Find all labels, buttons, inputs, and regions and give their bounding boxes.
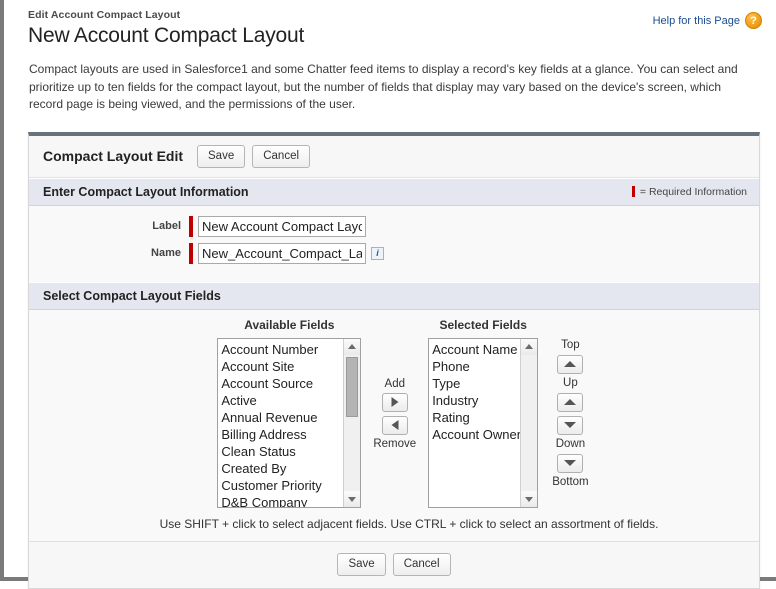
scroll-up-arrow-icon-selected[interactable] — [521, 338, 538, 355]
available-fields-scrollbar[interactable] — [343, 338, 361, 507]
name-field-row: Name i — [29, 242, 759, 264]
remove-button[interactable] — [381, 415, 408, 435]
selected-fields-column: Selected Fields Account Name Phone Type Ind… — [428, 317, 539, 508]
breadcrumb: Edit Account Compact Layout — [28, 9, 181, 21]
available-fields-heading: Available Fields — [244, 317, 335, 332]
required-marker-icon-label — [189, 215, 193, 237]
select-fields-section-bar: Select Compact Layout Fields — [29, 281, 759, 310]
down-label: Down — [555, 437, 586, 450]
required-marker-icon — [631, 186, 635, 197]
available-field-option[interactable]: Account Source — [221, 375, 344, 392]
add-button[interactable] — [381, 392, 408, 412]
cancel-button-top[interactable]: Cancel — [252, 144, 311, 168]
page-title: New Account Compact Layout — [28, 24, 305, 47]
required-legend-text: = Required Information — [639, 185, 747, 198]
label-input[interactable] — [198, 215, 366, 237]
help-link-wrap[interactable]: Help for this Page ? — [653, 12, 762, 29]
scroll-down-arrow-icon-selected[interactable] — [521, 490, 538, 507]
enter-information-section-bar: Enter Compact Layout Information = Requi… — [29, 177, 759, 206]
save-button-top[interactable]: Save — [197, 144, 246, 168]
top-button-row: Save Cancel — [197, 144, 311, 168]
question-mark-icon[interactable]: ? — [745, 12, 762, 29]
selected-field-option[interactable]: Industry — [432, 392, 521, 409]
page-content: Edit Account Compact Layout New Account … — [8, 0, 776, 589]
arrow-down-icon — [564, 422, 577, 428]
selected-fields-scrollbar[interactable] — [520, 338, 538, 507]
arrow-right-icon — [391, 397, 399, 407]
reorder-buttons-column: Top Up Down Bottom — [552, 318, 588, 490]
arrow-up-icon — [564, 399, 577, 405]
label-field-row: Label — [29, 215, 759, 237]
page-header: Edit Account Compact Layout New Account … — [8, 0, 776, 49]
name-field-label: Name — [151, 247, 181, 259]
compact-layout-edit-panel: Compact Layout Edit Save Cancel Enter Co… — [28, 131, 760, 589]
name-input[interactable] — [198, 242, 366, 264]
select-fields-title: Select Compact Layout Fields — [43, 288, 221, 303]
available-fields-listbox[interactable]: Account Number Account Site Account Source… — [217, 337, 362, 508]
available-field-option[interactable]: Customer Priority — [221, 477, 344, 494]
available-field-option[interactable]: Annual Revenue — [221, 409, 344, 426]
cancel-button-bottom[interactable]: Cancel — [392, 552, 451, 576]
up-label: Up — [563, 376, 578, 389]
intro-description: Compact layouts are used in Salesforce1 … — [29, 62, 738, 111]
move-to-bottom-icon — [564, 460, 577, 466]
required-information-legend: = Required Information — [631, 185, 747, 198]
arrow-left-icon — [391, 420, 399, 430]
remove-label: Remove — [373, 437, 417, 450]
available-field-option[interactable]: Clean Status — [221, 443, 344, 460]
page-frame: Edit Account Compact Layout New Account … — [0, 0, 776, 589]
selected-field-option[interactable]: Phone — [432, 358, 521, 375]
required-marker-icon-name — [189, 242, 193, 264]
scroll-up-arrow-icon[interactable] — [344, 338, 361, 355]
help-for-this-page-link[interactable]: Help for this Page — [653, 15, 740, 27]
selected-field-option[interactable]: Rating — [432, 409, 521, 426]
scroll-down-arrow-icon[interactable] — [344, 490, 361, 507]
selected-fields-items: Account Name Phone Type Industry Rating Accou… — [429, 339, 521, 443]
move-to-top-icon — [564, 361, 577, 367]
field-selector-grid: Available Fields Account Number Account S… — [29, 318, 759, 508]
available-field-option[interactable]: Created By — [221, 460, 344, 477]
panel-title: Compact Layout Edit — [43, 148, 184, 164]
info-icon[interactable]: i — [371, 246, 384, 260]
top-label: Top — [561, 338, 580, 351]
available-fields-column: Available Fields Account Number Account S… — [217, 317, 362, 508]
scrollbar-thumb[interactable] — [346, 356, 359, 417]
label-field-wrap — [189, 215, 366, 237]
enter-information-title: Enter Compact Layout Information — [43, 184, 249, 199]
save-button-bottom[interactable]: Save — [337, 552, 386, 576]
available-field-option[interactable]: Account Site — [221, 358, 344, 375]
selected-fields-heading: Selected Fields — [439, 317, 527, 332]
available-field-option[interactable]: Account Number — [221, 341, 344, 358]
panel-titlebar: Compact Layout Edit Save Cancel — [29, 135, 759, 178]
selection-hint: Use SHIFT + click to select adjacent fie… — [159, 516, 659, 531]
available-field-option[interactable]: D&B Company — [221, 494, 344, 507]
selected-field-option[interactable]: Type — [432, 375, 521, 392]
bottom-label: Bottom — [552, 475, 589, 488]
available-field-option[interactable]: Active — [221, 392, 344, 409]
move-down-button[interactable] — [557, 415, 584, 435]
information-form: Label Name i — [29, 205, 759, 282]
add-label: Add — [384, 377, 405, 390]
label-field-label: Label — [152, 220, 181, 232]
selected-field-option[interactable]: Account Name — [432, 341, 521, 358]
available-fields-items: Account Number Account Site Account Source… — [218, 339, 344, 507]
move-up-button[interactable] — [557, 392, 584, 412]
selected-field-option[interactable]: Account Owner — [432, 426, 521, 443]
move-to-top-button[interactable] — [557, 354, 584, 374]
available-field-option[interactable]: Billing Address — [221, 426, 344, 443]
field-selector-body: Available Fields Account Number Account S… — [29, 309, 759, 541]
name-field-wrap: i — [189, 242, 384, 264]
transfer-buttons-column: Add Remove — [373, 318, 416, 488]
move-to-bottom-button[interactable] — [557, 453, 584, 473]
bottom-button-row: Save Cancel — [29, 540, 759, 588]
selected-fields-listbox[interactable]: Account Name Phone Type Industry Rating Accou… — [428, 337, 539, 508]
